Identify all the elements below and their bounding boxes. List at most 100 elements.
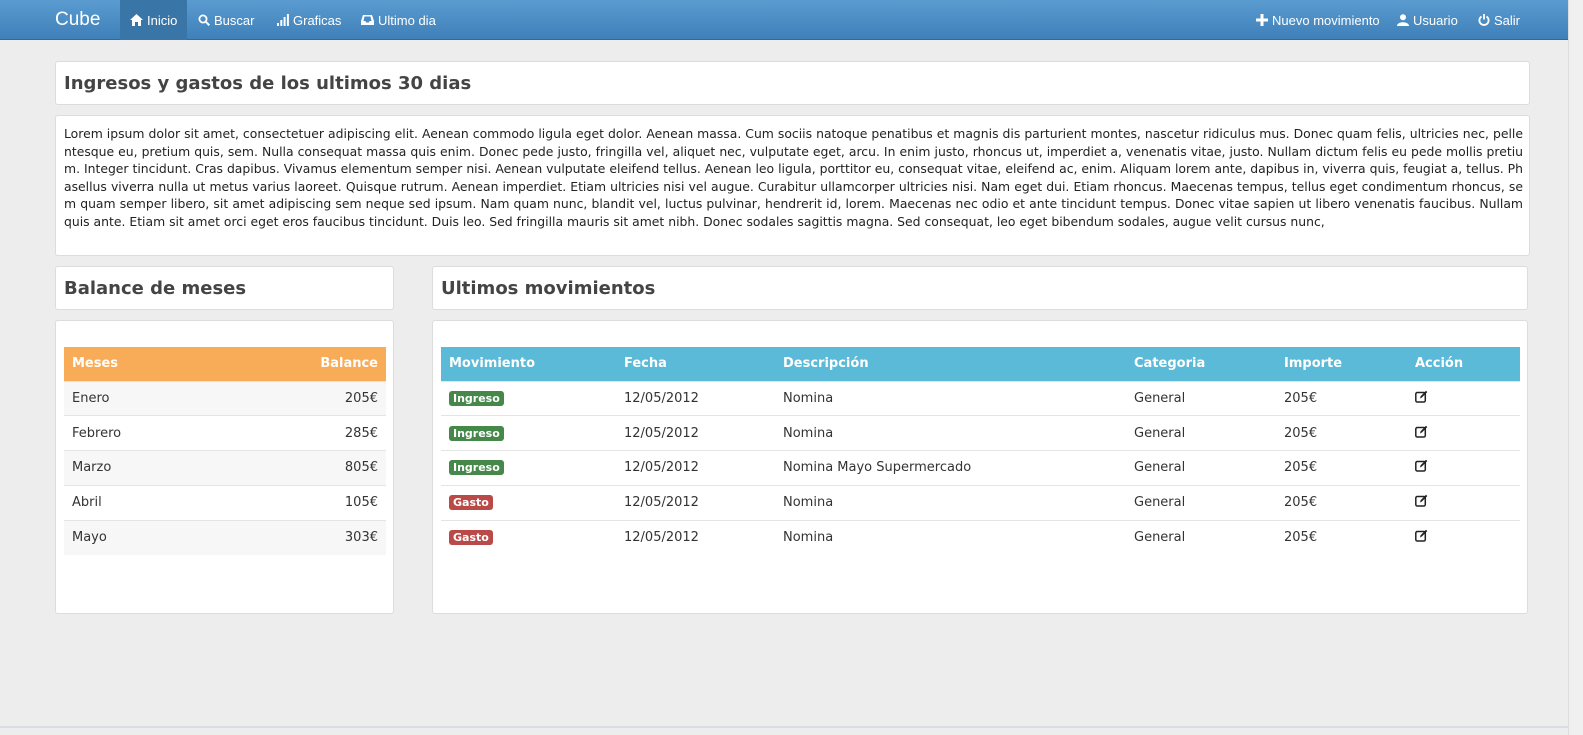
movement-type-badge: Ingreso [449, 425, 504, 441]
movement-type-badge: Gasto [449, 530, 493, 546]
description-cell: Nomina [775, 415, 1126, 451]
table-header-row: Movimiento Fecha Descripción Categoria Impor… [441, 347, 1520, 381]
plus-icon [1256, 14, 1268, 26]
movements-title: Ultimos movimientos [441, 278, 656, 299]
column-header-importe: Importe [1276, 347, 1407, 381]
column-header-balance: Balance [215, 347, 386, 381]
month-cell: Mayo [64, 519, 216, 555]
month-cell: Marzo [64, 450, 216, 486]
balance-cell: 285€ [215, 415, 386, 451]
amount-cell: 205€ [1276, 380, 1407, 416]
table-row: Ingreso 12/05/2012 Nomina General 205€ [441, 415, 1520, 451]
summary-text: Lorem ipsum dolor sit amet, consectetuer… [64, 126, 1523, 229]
summary-text-panel: Lorem ipsum dolor sit amet, consectetuer… [55, 115, 1530, 256]
column-header-descripcion: Descripción [775, 347, 1126, 381]
table-row: Enero 205€ [64, 380, 386, 416]
summary-title: Ingresos y gastos de los ultimos 30 dias [64, 73, 472, 94]
table-row: Ingreso 12/05/2012 Nomina General 205€ [441, 380, 1520, 416]
inbox-icon [361, 15, 374, 25]
edit-icon[interactable] [1415, 390, 1428, 403]
action-cell [1407, 380, 1520, 416]
category-cell: General [1126, 415, 1276, 451]
nav-item-buscar[interactable]: Buscar [198, 0, 254, 40]
date-cell: 12/05/2012 [616, 484, 775, 521]
movement-type-cell: Gasto [441, 484, 616, 521]
nav-item-label: Graficas [293, 12, 342, 28]
movement-type-cell: Ingreso [441, 415, 616, 451]
table-row: Mayo 303€ [64, 519, 386, 555]
balance-cell: 205€ [215, 380, 386, 416]
table-row: Febrero 285€ [64, 415, 386, 451]
date-cell: 12/05/2012 [616, 450, 775, 486]
balance-cell: 303€ [215, 519, 386, 555]
table-row: Gasto 12/05/2012 Nomina General 205€ [441, 484, 1520, 521]
amount-cell: 205€ [1276, 415, 1407, 451]
balance-table: Meses Balance Enero 205€ Febrero 285€ Marzo 8… [64, 347, 386, 555]
vertical-scrollbar[interactable] [1568, 0, 1583, 735]
edit-icon[interactable] [1415, 529, 1428, 543]
nav-item-graficas[interactable]: Graficas [277, 0, 341, 40]
amount-cell: 205€ [1276, 519, 1407, 555]
description-cell: Nomina Mayo Supermercado [775, 450, 1126, 486]
movement-type-cell: Gasto [441, 519, 616, 555]
category-cell: General [1126, 484, 1276, 521]
signal-icon [277, 14, 289, 26]
table-row: Marzo 805€ [64, 450, 386, 486]
date-cell: 12/05/2012 [616, 415, 775, 451]
month-cell: Febrero [64, 415, 216, 451]
movement-type-badge: Gasto [449, 495, 493, 511]
balance-title-panel: Balance de meses [55, 266, 394, 310]
column-header-fecha: Fecha [616, 347, 775, 381]
month-cell: Enero [64, 380, 216, 416]
column-header-accion: Acción [1407, 347, 1520, 381]
movements-table-panel: Movimiento Fecha Descripción Categoria Impor… [432, 320, 1528, 614]
month-cell: Abril [64, 484, 216, 521]
page-footer-line [0, 726, 1568, 728]
nav-item-label: Nuevo movimiento [1272, 12, 1380, 28]
edit-icon[interactable] [1415, 425, 1428, 438]
description-cell: Nomina [775, 519, 1126, 555]
balance-cell: 805€ [215, 450, 386, 486]
column-header-meses: Meses [64, 347, 216, 381]
balance-cell: 105€ [215, 484, 386, 521]
movement-type-cell: Ingreso [441, 450, 616, 486]
nav-item-label: Ultimo dia [378, 12, 436, 28]
action-cell [1407, 484, 1520, 521]
column-header-categoria: Categoria [1126, 347, 1276, 381]
movement-type-cell: Ingreso [441, 380, 616, 416]
nav-item-label: Usuario [1413, 12, 1458, 28]
power-icon [1478, 14, 1490, 26]
user-icon [1397, 14, 1409, 26]
edit-icon[interactable] [1415, 494, 1428, 508]
movement-type-badge: Ingreso [449, 460, 504, 476]
balance-title: Balance de meses [64, 278, 247, 299]
summary-title-panel: Ingresos y gastos de los ultimos 30 dias [55, 61, 1530, 105]
nav-item-inicio[interactable]: Inicio [120, 0, 187, 40]
table-row: Abril 105€ [64, 484, 386, 521]
nav-item-usuario[interactable]: Usuario [1397, 0, 1458, 40]
movement-type-badge: Ingreso [449, 390, 504, 406]
movements-title-panel: Ultimos movimientos [432, 266, 1528, 310]
search-icon [198, 14, 210, 26]
nav-item-label: Inicio [147, 12, 178, 28]
amount-cell: 205€ [1276, 484, 1407, 521]
table-row: Ingreso 12/05/2012 Nomina Mayo Supermercad… [441, 450, 1520, 486]
home-icon [130, 14, 143, 26]
nav-item-label: Buscar [214, 12, 255, 28]
edit-icon[interactable] [1415, 459, 1428, 473]
balance-table-panel: Meses Balance Enero 205€ Febrero 285€ Marzo 8… [55, 320, 394, 614]
nav-item-nuevo-movimiento[interactable]: Nuevo movimiento [1256, 0, 1380, 40]
table-header-row: Meses Balance [64, 347, 386, 381]
action-cell [1407, 415, 1520, 451]
column-header-movimiento: Movimiento [441, 347, 616, 381]
date-cell: 12/05/2012 [616, 519, 775, 555]
brand-logo[interactable]: Cube [55, 9, 100, 31]
action-cell [1407, 450, 1520, 486]
nav-item-ultimo-dia[interactable]: Ultimo dia [361, 0, 436, 40]
action-cell [1407, 519, 1520, 555]
description-cell: Nomina [775, 484, 1126, 521]
category-cell: General [1126, 380, 1276, 416]
description-cell: Nomina [775, 380, 1126, 416]
category-cell: General [1126, 450, 1276, 486]
nav-item-salir[interactable]: Salir [1478, 0, 1520, 40]
